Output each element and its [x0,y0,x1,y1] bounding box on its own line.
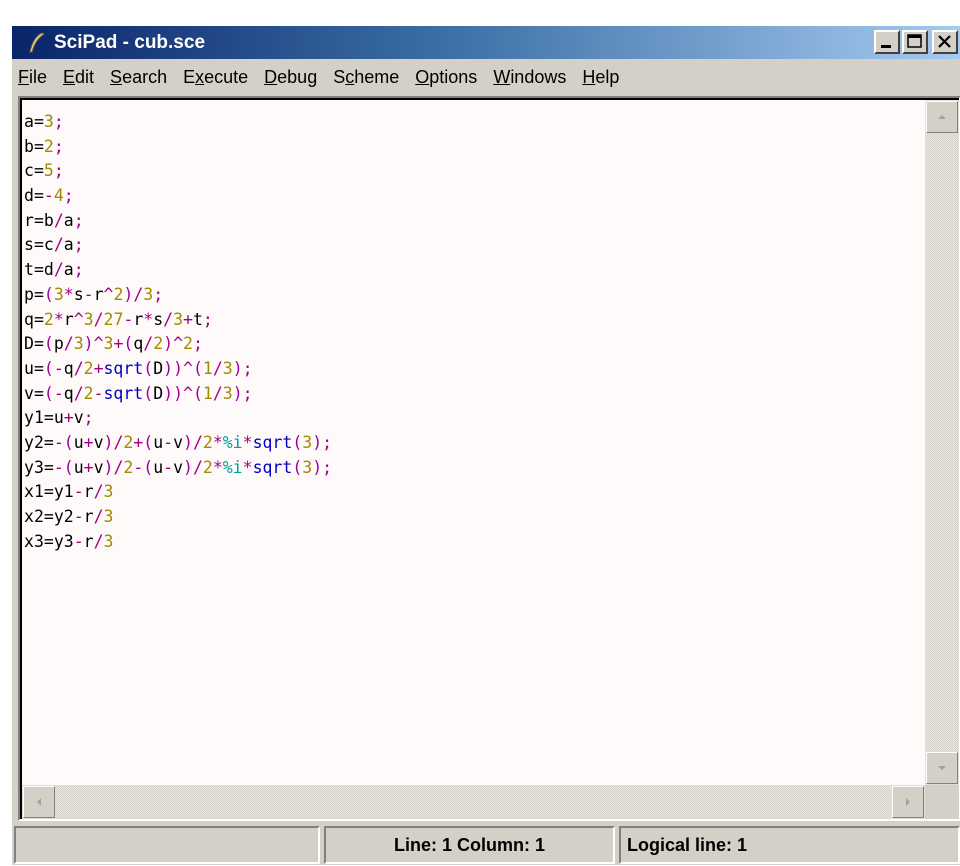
status-bar: Line: 1 Column: 1 Logical line: 1 [12,824,960,866]
code-line[interactable]: y1=u+v; [24,406,923,431]
code-line[interactable]: x1=y1-r/3 [24,480,923,505]
minimize-icon [881,45,891,48]
scrollbar-corner [925,785,959,819]
status-panel-empty [14,826,320,864]
code-line[interactable]: b=2; [24,135,923,160]
menu-options[interactable]: Options [407,67,485,88]
close-button[interactable] [932,30,958,54]
code-line[interactable]: v=(-q/2-sqrt(D))^(1/3); [24,382,923,407]
menu-windows[interactable]: Windows [485,67,574,88]
code-line[interactable]: y3=-(u+v)/2-(u-v)/2*%i*sqrt(3); [24,456,923,481]
menu-search[interactable]: Search [102,67,175,88]
vertical-scrollbar[interactable] [925,100,959,785]
quill-icon [26,31,46,54]
window-title: SciPad - cub.sce [54,31,206,53]
editor-frame: a=3; b=2; c=5; d=-4; r=b/a; s=c/a; t=d/a; p=(3*… [18,96,960,821]
code-line[interactable]: q=2*r^3/27-r*s/3+t; [24,308,923,333]
maximize-icon [907,34,922,48]
code-line[interactable]: c=5; [24,159,923,184]
arrow-left-icon [37,798,41,806]
code-line[interactable]: D=(p/3)^3+(q/2)^2; [24,332,923,357]
menu-edit[interactable]: Edit [55,67,102,88]
arrow-up-icon [938,115,946,119]
title-bar[interactable]: SciPad - cub.sce [12,26,960,59]
arrow-down-icon [938,766,946,770]
close-icon [938,35,951,48]
scroll-down-button[interactable] [926,752,958,784]
menu-bar: File Edit Search Execute Debug Scheme Options W… [12,61,960,93]
status-position: Line: 1 Column: 1 [324,826,615,864]
horizontal-scrollbar[interactable] [22,785,925,819]
scipad-window: SciPad - cub.sce File Edit Search Execute De… [11,25,960,865]
menu-help[interactable]: Help [574,67,627,88]
status-logical-line: Logical line: 1 [619,826,960,864]
scroll-up-button[interactable] [926,101,958,133]
code-editor[interactable]: a=3; b=2; c=5; d=-4; r=b/a; s=c/a; t=d/a; p=(3*… [22,100,959,819]
maximize-button[interactable] [902,30,928,54]
code-line[interactable]: p=(3*s-r^2)/3; [24,283,923,308]
code-line[interactable]: a=3; [24,110,923,135]
code-line[interactable]: d=-4; [24,184,923,209]
scroll-left-button[interactable] [23,786,55,818]
menu-file[interactable]: File [12,67,55,88]
code-line[interactable]: r=b/a; [24,209,923,234]
scroll-right-button[interactable] [892,786,924,818]
menu-scheme[interactable]: Scheme [325,67,407,88]
code-line[interactable]: t=d/a; [24,258,923,283]
code-area[interactable]: a=3; b=2; c=5; d=-4; r=b/a; s=c/a; t=d/a; p=(3*… [24,110,923,781]
minimize-button[interactable] [874,30,900,54]
code-line[interactable]: x3=y3-r/3 [24,530,923,555]
code-line[interactable]: x2=y2-r/3 [24,505,923,530]
code-line[interactable]: u=(-q/2+sqrt(D))^(1/3); [24,357,923,382]
code-line[interactable]: y2=-(u+v)/2+(u-v)/2*%i*sqrt(3); [24,431,923,456]
menu-execute[interactable]: Execute [175,67,256,88]
code-line[interactable]: s=c/a; [24,233,923,258]
arrow-right-icon [906,798,910,806]
menu-debug[interactable]: Debug [256,67,325,88]
